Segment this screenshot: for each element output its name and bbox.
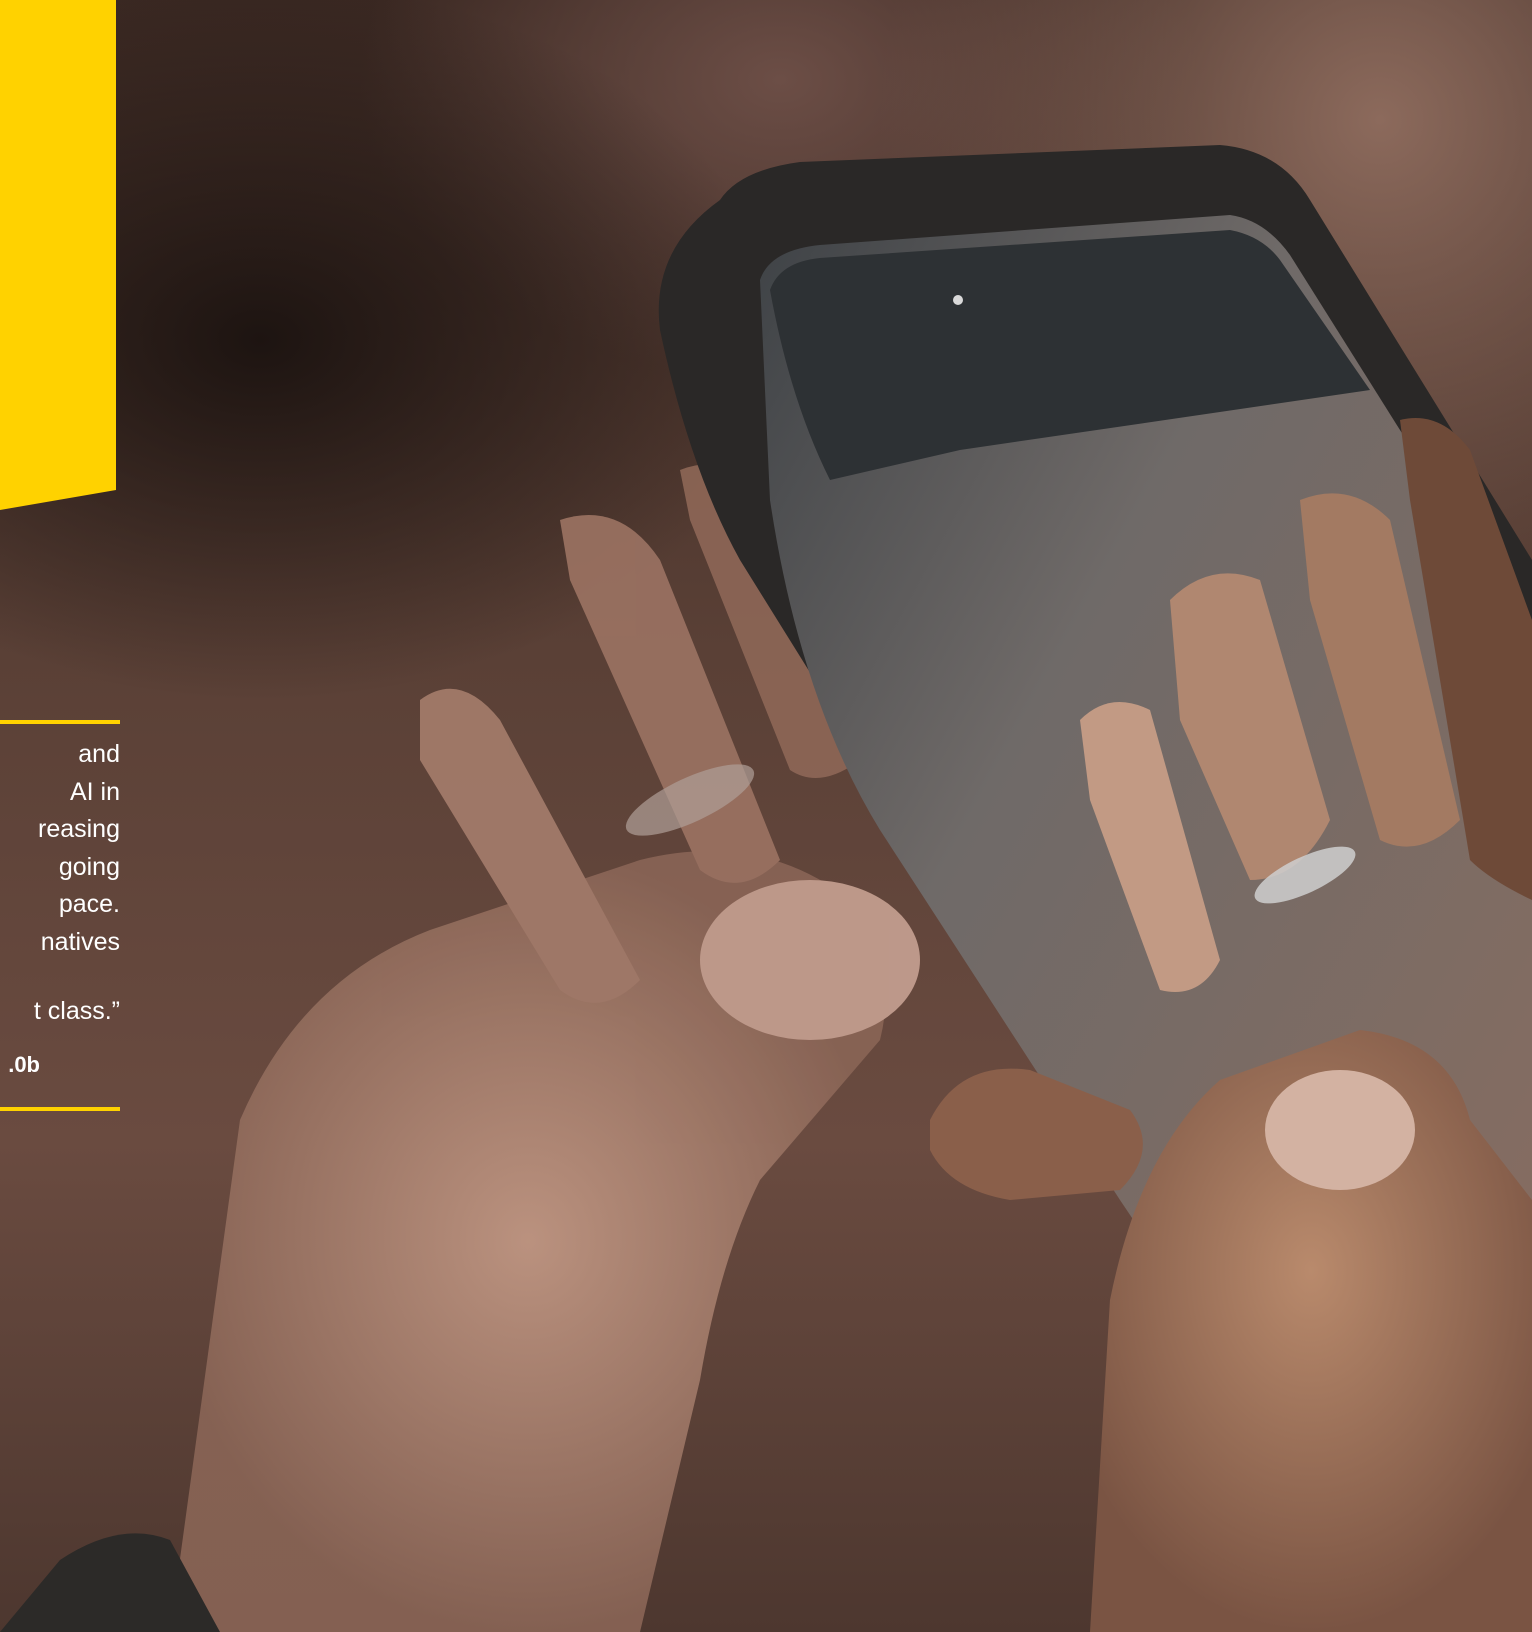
callout-text: and AI in reasing going pace. natives xyxy=(38,740,120,956)
callout-quote-end: t class.” xyxy=(33,997,120,1025)
callout-top-rule xyxy=(0,720,120,724)
phone-photo xyxy=(0,145,1532,1632)
callout-figure: .0b xyxy=(8,1052,40,1077)
callout-bottom-rule xyxy=(0,1107,120,1111)
yellow-banner xyxy=(0,0,116,510)
